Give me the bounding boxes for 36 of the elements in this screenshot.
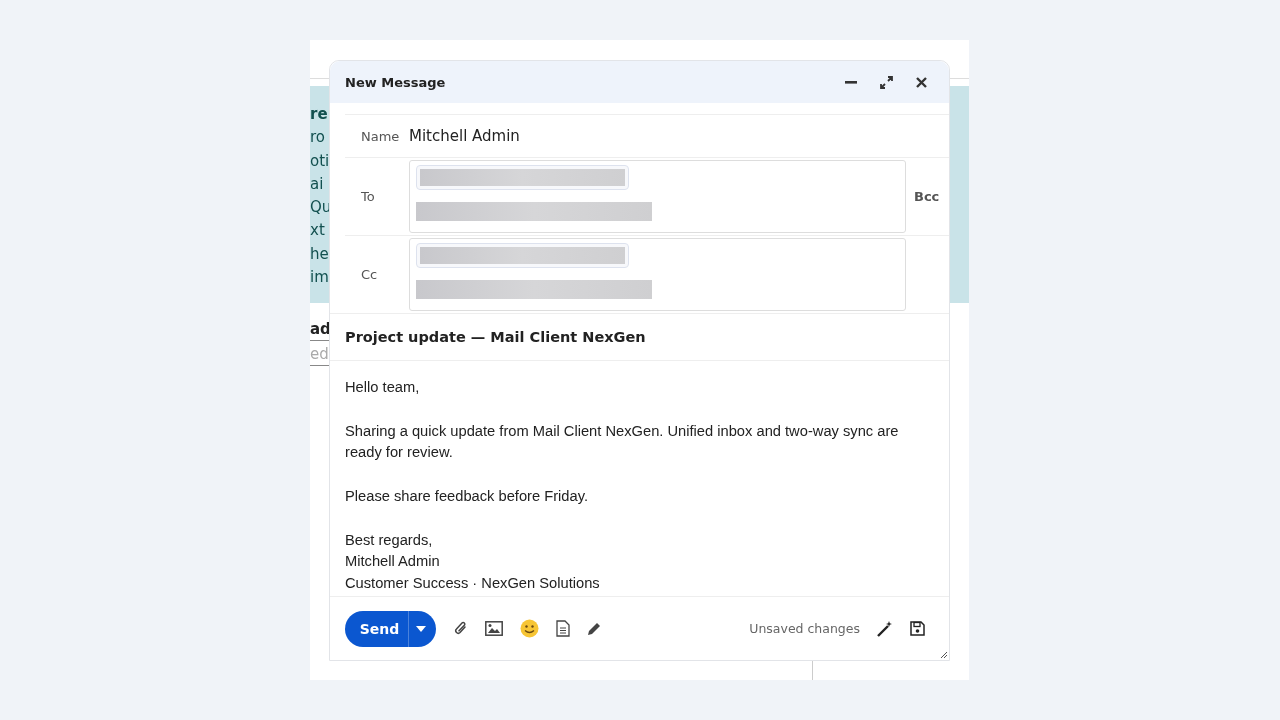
name-field[interactable]: Mitchell Admin [409, 127, 520, 145]
recipients-field[interactable] [409, 160, 906, 233]
partial-text: re [310, 104, 328, 125]
partial-text: im [310, 267, 329, 289]
partial-text: oti [310, 150, 330, 172]
partial-text: ro [310, 127, 325, 149]
body-text: Sharing a quick update from Mail Client NexGen. Unified inbox and two-way sync are ready for review. [345, 421, 900, 463]
body-text: Best regards, [345, 530, 434, 550]
partial-text: xt [310, 220, 325, 242]
pencil-icon[interactable] [587, 621, 602, 636]
partial-text: he [310, 243, 329, 265]
send-button[interactable]: Send [345, 610, 408, 647]
caret-icon [415, 625, 426, 632]
partial-text: ai [310, 173, 324, 195]
body-text: Hello team, [345, 378, 421, 397]
field-label: Name [360, 128, 401, 144]
field-label: Cc [360, 267, 379, 282]
resize-handle[interactable] [940, 651, 948, 659]
magic-wand-icon[interactable] [877, 620, 893, 637]
expand-icon[interactable] [880, 75, 893, 89]
save-icon[interactable] [910, 621, 925, 636]
paperclip-icon[interactable] [454, 620, 468, 637]
field-label: To [360, 189, 376, 204]
subject-field[interactable]: Project update — Mail Client NexGen [330, 313, 949, 361]
recipients-field[interactable] [409, 238, 906, 311]
bcc-link[interactable]: Bcc [914, 189, 940, 204]
status-text: Unsaved changes [749, 621, 860, 636]
document-icon[interactable] [556, 620, 570, 637]
body-text: Mitchell Admin [345, 552, 441, 572]
dialog-title: New Message [345, 74, 447, 90]
body-text: Please share feedback before Friday. [345, 487, 590, 506]
body-text: Customer Success · NexGen Solutions [345, 574, 601, 594]
close-icon[interactable] [916, 76, 927, 88]
send-options-button[interactable] [408, 610, 436, 647]
smiley-icon[interactable] [520, 619, 539, 638]
image-icon[interactable] [485, 621, 503, 636]
